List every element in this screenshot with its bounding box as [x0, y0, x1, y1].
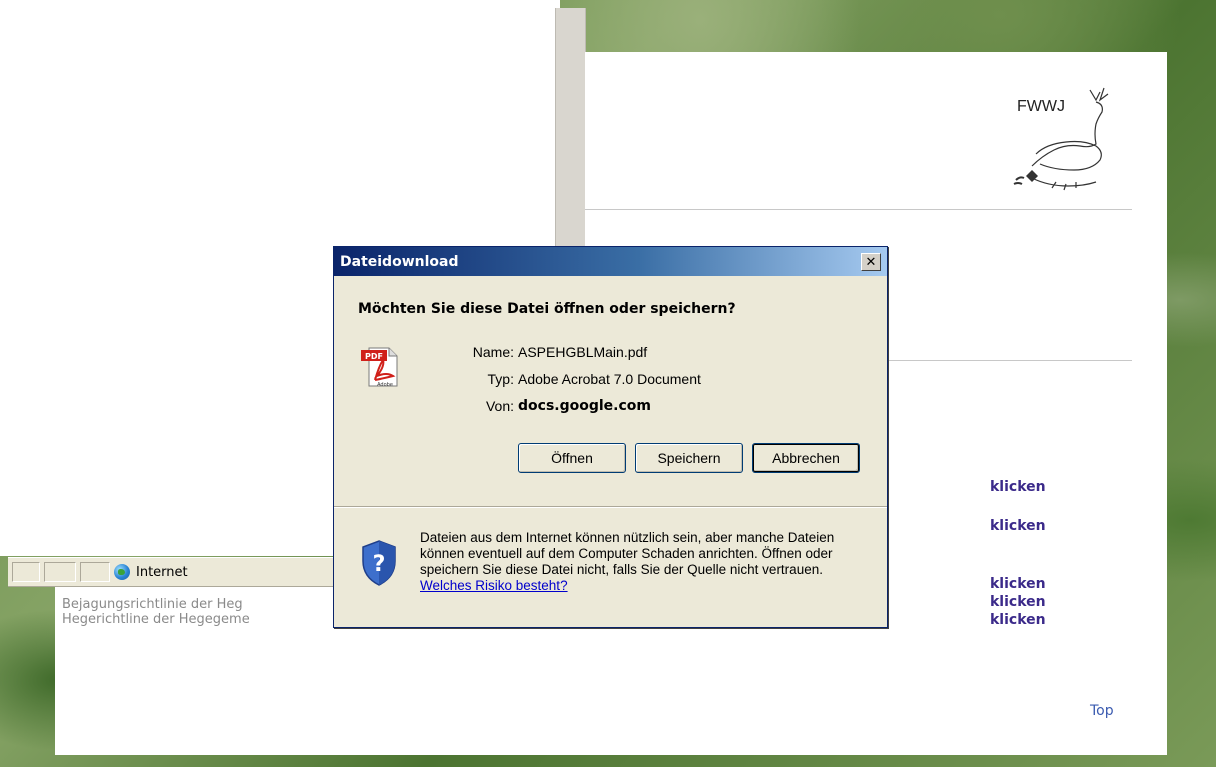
pdf-file-icon: PDF Adobe [361, 347, 398, 388]
file-download-dialog: Dateidownload ✕ Möchten Sie diese Datei … [333, 246, 888, 628]
save-button[interactable]: Speichern [635, 443, 743, 473]
pdf-icon-brand: Adobe [377, 382, 393, 388]
zone-label: Internet [136, 564, 188, 580]
klicken-link[interactable]: klicken [990, 479, 1046, 495]
risk-link[interactable]: Welches Risiko besteht? [420, 578, 568, 593]
klicken-link[interactable]: klicken [990, 594, 1046, 610]
source-label: Von: [485, 398, 514, 414]
svg-text:?: ? [373, 552, 386, 577]
dialog-titlebar[interactable]: Dateidownload ✕ [334, 247, 887, 276]
klicken-link[interactable]: klicken [990, 612, 1046, 628]
cancel-button[interactable]: Abbrechen [752, 443, 860, 473]
richtlinie-link[interactable]: Bejagungsrichtlinie der Heg [62, 597, 243, 612]
window-frame-bar [555, 8, 586, 263]
page-divider [585, 209, 1132, 210]
top-link[interactable]: Top [1090, 703, 1114, 719]
close-icon: ✕ [865, 254, 877, 270]
status-cell [12, 562, 40, 582]
file-source-value: docs.google.com [518, 398, 651, 414]
dialog-separator [334, 506, 887, 508]
status-cell [44, 562, 76, 582]
klicken-link[interactable]: klicken [990, 576, 1046, 592]
name-label: Name: [472, 344, 514, 360]
security-shield-icon: ? [362, 540, 396, 586]
status-cell [80, 562, 110, 582]
klicken-link[interactable]: klicken [990, 518, 1046, 534]
file-type-value: Adobe Acrobat 7.0 Document [518, 371, 701, 387]
file-name-value: ASPEHGBLMain.pdf [518, 344, 648, 360]
pdf-icon-label: PDF [365, 352, 383, 361]
warning-message: Dateien aus dem Internet können nützlich… [420, 530, 860, 594]
close-button[interactable]: ✕ [861, 253, 881, 271]
dialog-question: Möchten Sie diese Datei öffnen oder spei… [358, 301, 736, 317]
richtlinie-link[interactable]: Hegerichtline der Hegegeme [62, 612, 250, 627]
security-zone: Internet [114, 562, 344, 582]
deer-logo-icon [1013, 87, 1109, 191]
open-button[interactable]: Öffnen [518, 443, 626, 473]
page-divider [870, 360, 1132, 361]
globe-icon [114, 564, 130, 580]
dialog-title: Dateidownload [340, 253, 459, 270]
status-bar: Internet [8, 557, 338, 587]
type-label: Typ: [487, 371, 514, 387]
warning-text: Dateien aus dem Internet können nützlich… [420, 530, 835, 577]
